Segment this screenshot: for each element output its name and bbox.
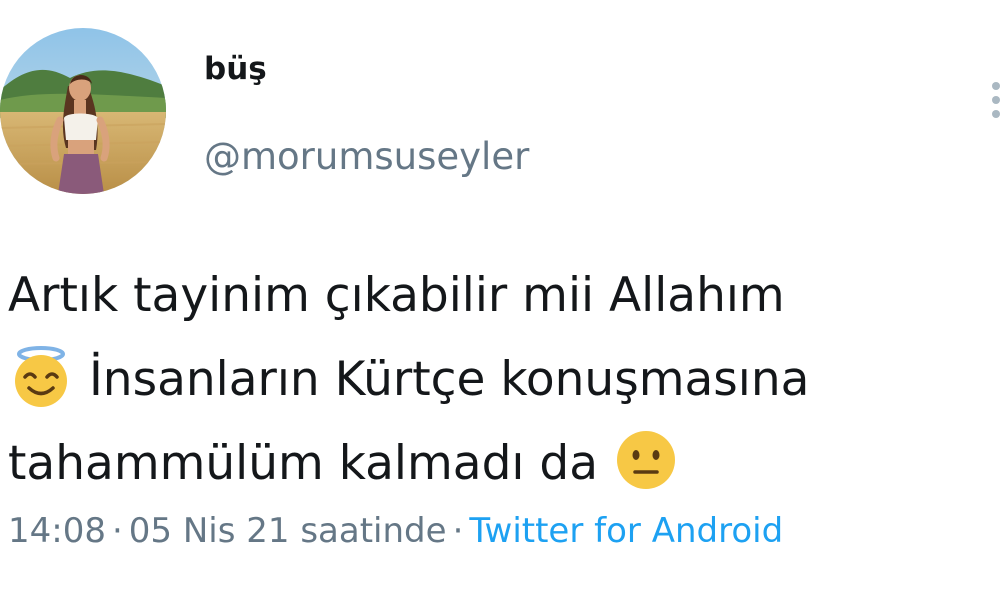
tweet-time[interactable]: 14:08 bbox=[8, 511, 106, 551]
tweet-meta: 14:08 · 05 Nis 21 saatinde · Twitter for And… bbox=[8, 514, 783, 548]
tweet-text-line-1: Artık tayinim çıkabilir mii Allahım bbox=[8, 268, 785, 323]
display-name[interactable]: büş bbox=[204, 54, 267, 85]
tweet-text-line-2-text: İnsanların Kürtçe konuşmasına bbox=[74, 352, 810, 407]
tweet-text: Artık tayinim çıkabilir mii Allahım İnsa… bbox=[8, 254, 1000, 506]
tweet-source-link[interactable]: Twitter for Android bbox=[469, 511, 783, 551]
tweet-text-line-3-text: tahammülüm kalmadı da bbox=[8, 436, 613, 491]
more-options-icon[interactable] bbox=[986, 82, 1000, 126]
tweet-text-line-3: tahammülüm kalmadı da bbox=[8, 422, 1000, 506]
avatar[interactable] bbox=[0, 28, 166, 194]
meta-separator: · bbox=[111, 511, 123, 551]
user-handle[interactable]: @morumsuseyler bbox=[204, 138, 529, 175]
avatar-photo bbox=[0, 28, 166, 194]
tweet-date[interactable]: 05 Nis 21 saatinde bbox=[129, 511, 447, 551]
tweet-text-line-2: İnsanların Kürtçe konuşmasına bbox=[8, 338, 1000, 422]
smiling-face-with-halo-icon bbox=[15, 346, 67, 407]
meta-separator-2: · bbox=[452, 511, 464, 551]
neutral-face-icon bbox=[617, 431, 675, 489]
tweet-card: büş @morumsuseyler Artık tayinim çıkabil… bbox=[0, 0, 1000, 600]
